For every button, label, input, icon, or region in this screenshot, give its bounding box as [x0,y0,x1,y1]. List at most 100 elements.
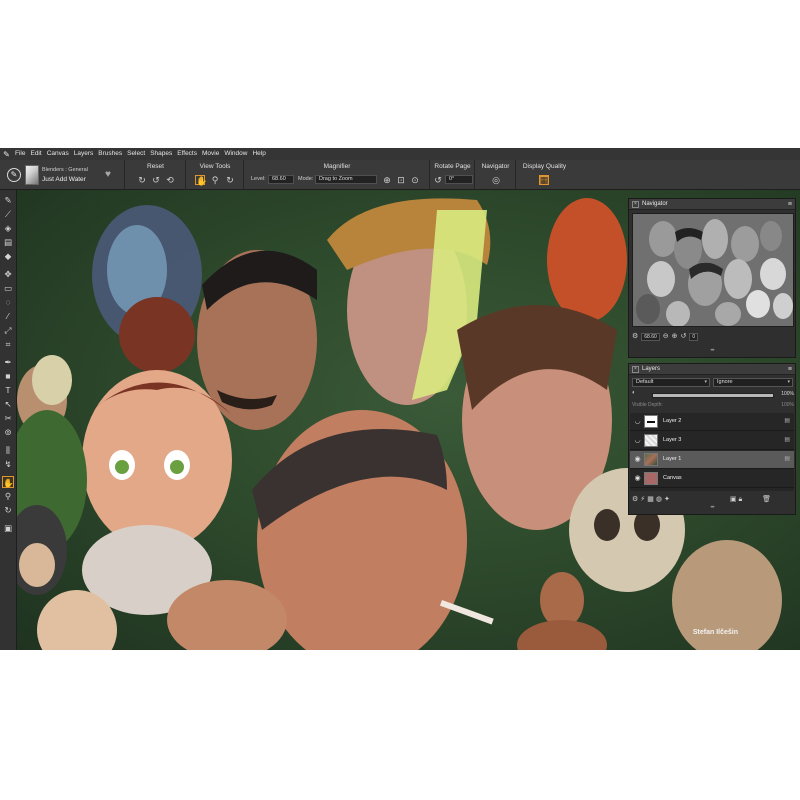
layer-adjuster-tool-icon[interactable]: ✥ [2,268,14,280]
toolbox: ✎ ⟋ ◈ ▤ ◆ ✥ ▭ ◌ ⁄ ⤢ ⌗ ✒ ■ T ↖ ✂ ⊚ ⫼ ↯ ✋ … [0,190,17,650]
zoom-fit-icon[interactable]: ⊡ [396,175,406,185]
close-icon[interactable]: × [632,200,639,208]
opacity-slider-fill [653,394,773,397]
menu-window[interactable]: Window [224,148,247,160]
reset-rotate-icon[interactable]: ↺ [151,175,161,185]
layer-row-layer-3[interactable]: ◡ Layer 3 ▤ [630,432,794,450]
layer-lock-icon[interactable]: ▤ [784,455,790,462]
display-quality-icon[interactable]: ▦ [539,175,549,185]
layers-panel: × Layers ≡ Default ▾ Ignore ▾ ◐ 100% Vis… [628,363,796,515]
navigator-rotate-input[interactable]: 0 [689,333,699,341]
rotate-reset-icon[interactable]: ↺ [433,175,443,185]
composite-method-select[interactable]: Default ▾ [632,378,710,387]
zoom-mode-select[interactable]: Drag to Zoom [315,175,377,184]
layer-commands-icon[interactable]: ▦ [647,495,654,505]
navigator-zoom-input[interactable]: 68.60 [641,333,660,341]
eraser-tool-icon[interactable]: ◆ [2,250,14,262]
brush-tool-icon[interactable]: ✎ [2,194,14,206]
navigator-panel-title: Navigator [642,201,668,207]
color-swatch-icon[interactable]: ▣ [2,522,14,534]
composite-depth-select[interactable]: Ignore ▾ [713,378,793,387]
eye-open-icon[interactable]: ◉ [633,474,642,483]
trash-icon[interactable]: 🗑︎ [762,495,771,505]
rotate-icon[interactable]: ↺ [681,332,687,342]
zoom-actual-icon[interactable]: ⊙ [410,175,420,185]
rotate-angle-input[interactable]: 0° [445,175,473,184]
rotate-page-tool-icon[interactable]: ↻ [225,175,235,185]
cloner-tool-icon[interactable]: ⊚ [2,426,14,438]
menu-layers[interactable]: Layers [74,148,94,160]
magnifier-tool-icon[interactable]: ⚲ [210,175,220,185]
layer-effects-icon[interactable]: ✦ [664,495,670,505]
dropper-tool-icon[interactable]: ⟋ [2,208,14,220]
new-layer-icon[interactable]: ▣ [730,495,737,505]
rotate-page-tool-icon[interactable]: ↻ [2,504,14,516]
layer-row-layer-1[interactable]: ◉ Layer 1 ▤ [630,451,794,469]
rectangular-selection-tool-icon[interactable]: ▭ [2,282,14,294]
menu-canvas[interactable]: Canvas [47,148,69,160]
pen-tool-icon[interactable]: ✒ [2,356,14,368]
menu-select[interactable]: Select [127,148,145,160]
menu-movie[interactable]: Movie [202,148,219,160]
panel-grip-icon[interactable]: ••• [707,348,717,354]
brush-dab-thumbnail[interactable] [25,165,39,185]
text-tool-icon[interactable]: T [2,384,14,396]
magnifier-tool-icon[interactable]: ⚲ [2,490,14,502]
mask-icon[interactable]: ◍ [656,495,662,505]
menu-shapes[interactable]: Shapes [150,148,172,160]
navigator-settings-icon[interactable]: ⚙ [632,332,638,342]
paint-bucket-tool-icon[interactable]: ◈ [2,222,14,234]
lock-layer-icon[interactable]: 🔒︎ [738,495,742,505]
opacity-slider[interactable] [652,393,774,398]
gradient-tool-icon[interactable]: ▤ [2,236,14,248]
zoom-in-icon[interactable]: ⊕ [382,175,392,185]
menu-brushes[interactable]: Brushes [98,148,122,160]
crop-tool-icon[interactable]: ⌗ [2,338,14,350]
favorite-heart-icon[interactable]: ♥ [105,169,111,180]
rectangle-shape-tool-icon[interactable]: ■ [2,370,14,382]
chevron-down-icon: ▾ [787,379,790,385]
brush-selector[interactable]: ✎ Blenders : General Just Add Water ♥ [0,160,125,190]
scissors-tool-icon[interactable]: ✂ [2,412,14,424]
zoom-out-icon[interactable]: ⊖ [663,332,669,342]
layer-row-layer-2[interactable]: ◡ Layer 2 ▤ [630,413,794,431]
menu-edit[interactable]: Edit [30,148,41,160]
close-icon[interactable]: × [632,365,639,373]
panel-menu-icon[interactable]: ≡ [788,201,792,208]
eye-closed-icon[interactable]: ◡ [633,436,642,445]
magic-wand-tool-icon[interactable]: ⁄ [2,310,14,322]
zoom-in-icon[interactable]: ⊕ [672,332,678,342]
visible-depth-label: Visible Depth: [632,402,663,408]
navigator-compass-icon[interactable]: ◎ [491,175,501,185]
eye-open-icon[interactable]: ◉ [633,455,642,464]
panel-menu-icon[interactable]: ≡ [788,366,792,373]
layer-name: Layer 2 [663,418,682,424]
layer-row-canvas[interactable]: ◉ Canvas [630,470,794,488]
layer-settings-icon[interactable]: ⚙ [632,495,638,505]
menu-effects[interactable]: Effects [177,148,197,160]
divine-proportion-tool-icon[interactable]: ↯ [2,458,14,470]
reset-zoom-icon[interactable]: ⟲ [165,175,175,185]
layer-name: Canvas [663,475,682,481]
navigator-panel-header[interactable]: × Navigator ≡ [629,199,795,210]
navigator-preview[interactable] [632,213,794,327]
reset-brush-icon[interactable]: ↻ [137,175,147,185]
menu-file[interactable]: File [15,148,25,160]
panel-grip-icon[interactable]: ••• [707,505,717,511]
grabber-tool-icon[interactable]: ✋ [195,175,207,186]
lasso-tool-icon[interactable]: ◌ [2,296,14,308]
transform-tool-icon[interactable]: ⤢ [2,324,14,336]
grabber-tool-icon[interactable]: ✋ [2,476,14,488]
shape-selection-tool-icon[interactable]: ↖ [2,398,14,410]
brush-tool-icon[interactable]: ✎ [7,168,21,182]
menu-help[interactable]: Help [252,148,265,160]
app-logo-icon: ✎ [3,149,10,159]
mirror-tool-icon[interactable]: ⫼ [2,444,14,456]
layers-panel-header[interactable]: × Layers ≡ [629,364,795,375]
dynamic-plugins-icon[interactable]: ⚡ [640,495,645,505]
painter-app-window: ✎ File Edit Canvas Layers Brushes Select… [0,148,800,650]
eye-closed-icon[interactable]: ◡ [633,417,642,426]
level-input[interactable]: 68.60 [268,175,294,184]
layer-lock-icon[interactable]: ▤ [784,436,790,443]
layer-lock-icon[interactable]: ▤ [784,417,790,424]
